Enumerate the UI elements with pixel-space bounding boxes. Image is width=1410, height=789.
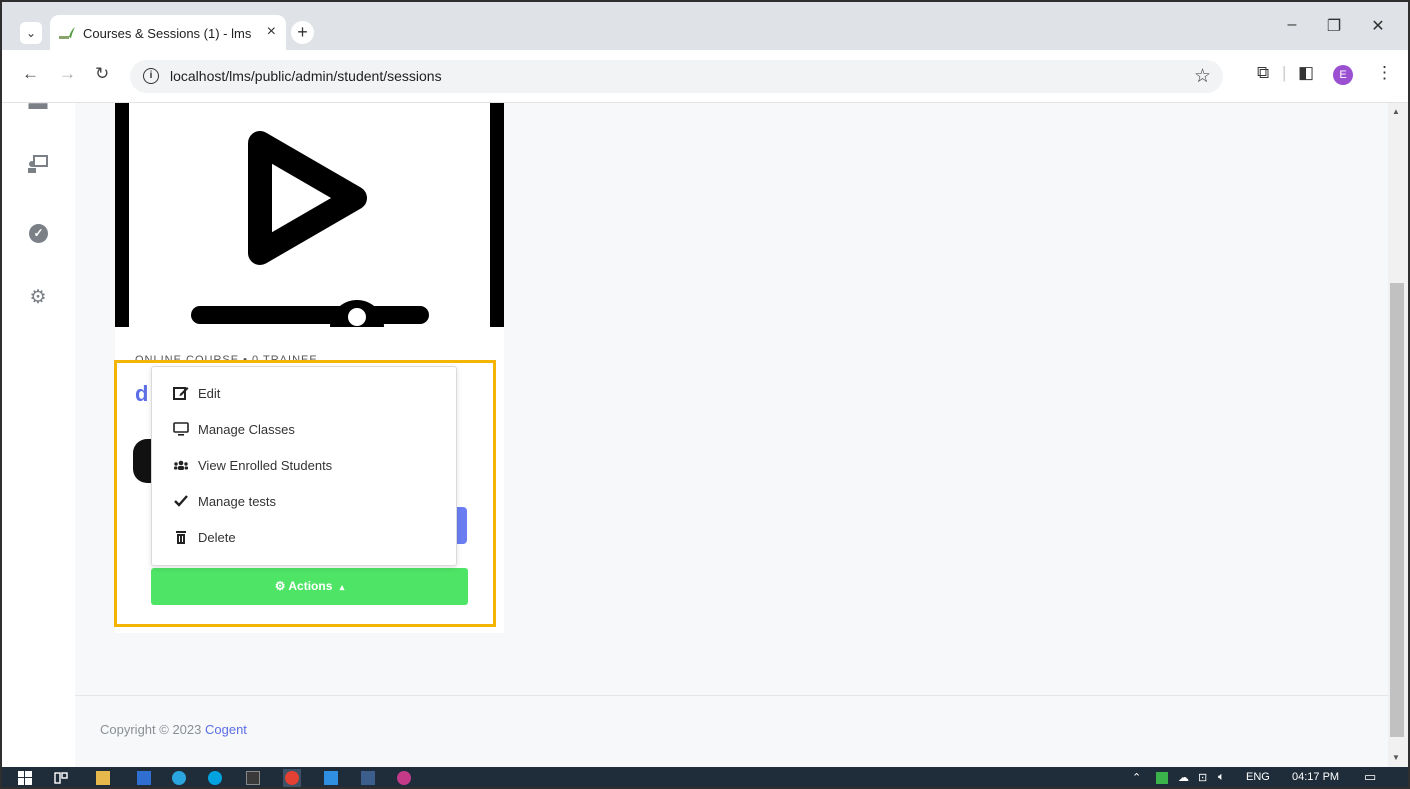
windows-start-icon[interactable] — [18, 771, 32, 785]
menu-label: Manage Classes — [198, 422, 295, 437]
scroll-down-icon[interactable]: ▼ — [1392, 753, 1400, 762]
windows-taskbar: ⌃ ☁ ⊡ 🔈︎ ENG 04:17 PM ▭ — [2, 767, 1408, 787]
sidebar-users-icon[interactable]: ▬ — [26, 103, 50, 115]
vscode-icon[interactable] — [324, 771, 338, 785]
profile-avatar[interactable]: E — [1333, 65, 1353, 85]
browser-toolbar: ← → ↻ i localhost/lms/public/admin/stude… — [2, 50, 1408, 103]
actions-dropdown-menu: Edit Manage Classes View Enrolled Studen… — [151, 366, 457, 566]
toolbar-divider: | — [1282, 63, 1287, 82]
menu-label: View Enrolled Students — [198, 458, 333, 473]
sidebar-classroom-icon[interactable] — [26, 155, 50, 179]
users-icon — [174, 460, 188, 470]
menu-kebab-icon[interactable]: ⋮ — [1376, 63, 1393, 83]
network-icon[interactable]: ⊡ — [1198, 771, 1207, 784]
side-panel-icon[interactable]: ◧ — [1298, 63, 1314, 83]
bookmark-star-icon[interactable]: ☆ — [1194, 65, 1211, 88]
scroll-up-icon[interactable]: ▲ — [1392, 107, 1400, 116]
trash-icon — [176, 531, 186, 544]
close-window-button[interactable]: ✕ — [1368, 16, 1388, 36]
tab-title: Courses & Sessions (1) - lms — [83, 26, 252, 41]
menu-label: Manage tests — [198, 494, 277, 509]
forward-arrow-icon[interactable]: → — [59, 64, 76, 84]
tray-app-icon[interactable] — [1156, 772, 1168, 784]
copyright-text: Copyright © 2023 Cogent — [100, 722, 247, 737]
monitor-icon — [173, 422, 189, 436]
menu-item-view-enrolled-students[interactable]: View Enrolled Students — [152, 448, 456, 484]
page-footer: Copyright © 2023 Cogent — [75, 695, 1388, 767]
page-content: ▬ ✓ ⚙ ONLINE COURSE • 0 TRAINEE d ⚙ Acti… — [2, 103, 1388, 767]
lms-favicon-icon — [59, 27, 75, 39]
app-icon[interactable] — [397, 771, 411, 785]
language-indicator[interactable]: ENG — [1246, 771, 1270, 783]
tab-list-button[interactable]: ⌄ — [20, 22, 42, 44]
task-view-icon[interactable] — [54, 771, 68, 785]
menu-item-manage-classes[interactable]: Manage Classes — [152, 412, 456, 448]
site-info-icon[interactable]: i — [143, 68, 159, 84]
tray-expand-icon[interactable]: ⌃ — [1132, 771, 1141, 784]
video-play-icon — [115, 103, 504, 327]
tab-strip: ⌄ Courses & Sessions (1) - lms × + – ❐ ✕ — [2, 2, 1408, 50]
restore-button[interactable]: ❐ — [1324, 16, 1344, 36]
workbench-icon[interactable] — [361, 771, 375, 785]
edit-icon — [173, 387, 189, 400]
address-bar[interactable]: i localhost/lms/public/admin/student/ses… — [130, 60, 1223, 93]
sidebar-check-icon[interactable]: ✓ — [29, 224, 48, 243]
sidebar: ▬ ✓ ⚙ — [2, 103, 75, 767]
tab-close-icon[interactable]: × — [267, 23, 276, 41]
page-scrollbar[interactable]: ▲ ▼ — [1388, 103, 1408, 767]
notifications-icon[interactable]: ▭ — [1364, 769, 1376, 785]
file-explorer-icon[interactable] — [96, 771, 110, 785]
scroll-thumb[interactable] — [1390, 283, 1404, 737]
menu-item-manage-tests[interactable]: Manage tests — [152, 484, 456, 520]
skype-icon[interactable] — [208, 771, 222, 785]
copyright-prefix: Copyright © 2023 — [100, 722, 205, 737]
menu-item-delete[interactable]: Delete — [152, 520, 456, 556]
terminal-icon[interactable] — [246, 771, 260, 785]
browser-window: ⌄ Courses & Sessions (1) - lms × + – ❐ ✕… — [0, 0, 1410, 789]
minimize-button[interactable]: – — [1282, 16, 1302, 34]
clock[interactable]: 04:17 PM — [1292, 771, 1339, 783]
chrome-active-slot[interactable] — [283, 769, 301, 787]
onedrive-icon[interactable]: ☁ — [1178, 771, 1189, 784]
sidebar-settings-icon[interactable]: ⚙ — [26, 286, 50, 309]
menu-item-edit[interactable]: Edit — [152, 376, 456, 412]
store-icon[interactable] — [137, 771, 151, 785]
tab-courses-sessions[interactable]: Courses & Sessions (1) - lms × — [50, 15, 286, 50]
back-arrow-icon[interactable]: ← — [22, 64, 39, 84]
new-tab-button[interactable]: + — [291, 21, 314, 44]
classroom-icon — [28, 155, 48, 173]
menu-label: Delete — [198, 530, 236, 545]
edge-icon[interactable] — [172, 771, 186, 785]
extensions-icon[interactable]: ⧉ — [1257, 63, 1269, 83]
volume-icon[interactable]: 🔈︎ — [1218, 771, 1225, 784]
url-text: localhost/lms/public/admin/student/sessi… — [170, 68, 442, 84]
chrome-icon — [285, 771, 299, 785]
reload-icon[interactable]: ↻ — [95, 64, 109, 84]
check-icon — [174, 495, 188, 507]
menu-label: Edit — [198, 386, 221, 401]
cogent-link[interactable]: Cogent — [205, 722, 247, 737]
